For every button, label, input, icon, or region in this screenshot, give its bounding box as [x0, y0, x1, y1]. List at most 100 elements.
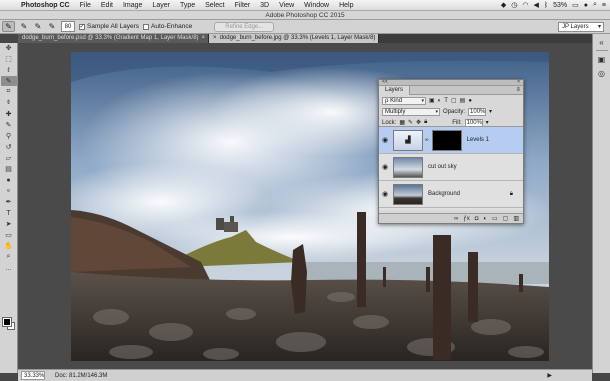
new-group-icon[interactable]: ▭: [492, 215, 498, 222]
history-panel-icon[interactable]: ▣: [595, 54, 609, 65]
adjustment-thumbnail-icon: ▟: [393, 129, 423, 151]
new-layer-icon[interactable]: ▢: [503, 215, 509, 222]
quick-selection-tool-icon[interactable]: ✎: [0, 76, 17, 86]
canvas-area[interactable]: << × Layers ≡ ρ Kind ▾ ▣ ◐ T ▢ ▤ ● Multi…: [18, 43, 592, 369]
marquee-tool-icon[interactable]: ⬚: [1, 54, 17, 64]
menu-filter[interactable]: Filter: [230, 2, 256, 9]
blur-tool-icon[interactable]: ●: [1, 175, 17, 185]
filter-adjustment-icon[interactable]: ◐: [438, 98, 442, 104]
new-adjustment-icon[interactable]: ◐: [483, 216, 487, 222]
add-to-selection-icon[interactable]: ✎: [33, 22, 43, 32]
dodge-tool-icon[interactable]: ⚬: [1, 186, 17, 196]
status-menu-arrow-icon[interactable]: ▶: [547, 372, 552, 379]
more-tools-icon[interactable]: …: [1, 263, 17, 273]
brush-size-field[interactable]: 80: [61, 21, 75, 32]
new-selection-icon[interactable]: ✎: [19, 22, 29, 32]
crop-tool-icon[interactable]: ⌗: [1, 87, 17, 97]
quick-selection-tool-preset-icon[interactable]: ✎: [2, 21, 15, 32]
filter-type-icon[interactable]: T: [444, 98, 448, 104]
list-icon[interactable]: ≡: [602, 2, 606, 9]
clock-icon[interactable]: ◷: [511, 1, 517, 9]
blend-mode-select[interactable]: Multiply ▾: [382, 107, 440, 116]
hand-tool-icon[interactable]: ✋: [1, 241, 17, 251]
menu-view[interactable]: View: [274, 2, 299, 9]
layer-row-cut-out-sky[interactable]: ◉ cut out sky: [379, 154, 523, 181]
gradient-tool-icon[interactable]: ▤: [1, 164, 17, 174]
healing-brush-tool-icon[interactable]: ✚: [1, 109, 17, 119]
menu-file[interactable]: File: [75, 2, 96, 9]
panel-menu-icon[interactable]: ≡: [516, 86, 520, 95]
eraser-tool-icon[interactable]: ▱: [1, 153, 17, 163]
lock-all-icon[interactable]: 🔒︎: [424, 119, 427, 126]
layer-row-levels[interactable]: ◉ ▟ ∞ Levels 1: [379, 127, 523, 154]
lock-image-icon[interactable]: ✎: [408, 119, 413, 126]
visibility-eye-icon[interactable]: ◉: [379, 136, 391, 144]
menu-layer[interactable]: Layer: [147, 2, 175, 9]
layer-mask-thumbnail[interactable]: [431, 129, 462, 151]
eyedropper-tool-icon[interactable]: ⌽: [1, 98, 17, 108]
panel-tab-row: Layers ≡: [379, 85, 523, 95]
kind-filter-select[interactable]: ρ Kind ▾: [382, 96, 426, 105]
menu-image[interactable]: Image: [118, 2, 147, 9]
type-tool-icon[interactable]: T: [1, 208, 17, 218]
link-icon[interactable]: ∞: [425, 137, 429, 143]
auto-enhance-checkbox[interactable]: Auto-Enhance: [143, 23, 192, 30]
brush-tool-icon[interactable]: ✎: [1, 120, 17, 130]
chevron-down-icon[interactable]: ▾: [489, 108, 492, 115]
dropbox-icon[interactable]: ◆: [501, 1, 506, 9]
opacity-field[interactable]: 100%: [468, 107, 487, 116]
filter-shape-icon[interactable]: ▢: [451, 97, 457, 104]
menu-3d[interactable]: 3D: [255, 2, 274, 9]
lock-transparent-icon[interactable]: ▦: [399, 119, 405, 126]
zoom-field[interactable]: 33.33%: [21, 371, 45, 380]
visibility-eye-icon[interactable]: ◉: [379, 163, 391, 171]
menu-edit[interactable]: Edit: [96, 2, 118, 9]
link-layers-icon[interactable]: ∞: [454, 216, 458, 222]
history-brush-tool-icon[interactable]: ↺: [1, 142, 17, 152]
filter-toggle-icon[interactable]: ●: [468, 98, 472, 104]
workspace-select[interactable]: JP Layers ▾: [558, 22, 604, 32]
user-icon[interactable]: ●: [584, 2, 588, 9]
wifi-icon[interactable]: ◠: [522, 1, 528, 9]
pen-tool-icon[interactable]: ✒: [1, 197, 17, 207]
battery-icon[interactable]: ▭: [572, 1, 579, 9]
volume-icon[interactable]: ◀: [534, 1, 539, 9]
tab-dodge-burn-jpg[interactable]: × dodge_burn_before.jpg @ 33.3% (Levels …: [209, 34, 380, 43]
refine-edge-button[interactable]: Refine Edge...: [214, 21, 275, 32]
menu-window[interactable]: Window: [299, 2, 334, 9]
filter-pixel-icon[interactable]: ▣: [429, 97, 435, 104]
menu-app[interactable]: Photoshop CC: [16, 2, 75, 9]
close-icon[interactable]: ×: [202, 34, 206, 43]
bluetooth-icon[interactable]: ᛒ: [544, 2, 548, 9]
menu-type[interactable]: Type: [175, 2, 200, 9]
layer-style-icon[interactable]: ƒx: [463, 216, 469, 222]
subtract-from-selection-icon[interactable]: ✎: [47, 22, 57, 32]
clone-stamp-tool-icon[interactable]: ⚲: [1, 131, 17, 141]
close-icon[interactable]: ×: [213, 34, 217, 43]
path-selection-tool-icon[interactable]: ➤: [1, 219, 17, 229]
move-tool-icon[interactable]: ✥: [1, 43, 17, 53]
properties-panel-icon[interactable]: ◎: [595, 68, 609, 79]
close-icon[interactable]: ×: [517, 80, 520, 85]
tab-layers[interactable]: Layers: [379, 85, 411, 95]
trash-icon[interactable]: ▥: [513, 215, 519, 222]
menu-select[interactable]: Select: [200, 2, 229, 9]
visibility-eye-icon[interactable]: ◉: [379, 190, 391, 198]
lock-position-icon[interactable]: ✥: [416, 119, 421, 126]
zoom-tool-icon[interactable]: ⌕: [1, 252, 17, 262]
sample-all-layers-checkbox[interactable]: ✓ Sample All Layers: [79, 23, 139, 30]
layer-row-background[interactable]: ◉ Background 🔒︎: [379, 181, 523, 208]
spotlight-icon[interactable]: ⌕: [593, 1, 597, 9]
tab-dodge-burn-psd[interactable]: dodge_burn_before.psd @ 33.3% (Gradient …: [18, 34, 210, 43]
collapse-icon[interactable]: <<: [382, 80, 388, 85]
chevron-down-icon[interactable]: ▾: [486, 119, 489, 126]
lasso-tool-icon[interactable]: ℓ: [1, 65, 17, 75]
add-mask-icon[interactable]: ◘: [475, 216, 479, 222]
filter-smart-object-icon[interactable]: ▤: [460, 97, 466, 104]
workspace-label: JP Layers: [562, 24, 589, 30]
foreground-color-swatch[interactable]: [2, 317, 12, 327]
menu-help[interactable]: Help: [334, 2, 358, 9]
dock-collapse-icon[interactable]: «: [595, 37, 609, 48]
shape-tool-icon[interactable]: ▭: [1, 230, 17, 240]
lock-icon[interactable]: 🔒︎: [510, 191, 513, 198]
